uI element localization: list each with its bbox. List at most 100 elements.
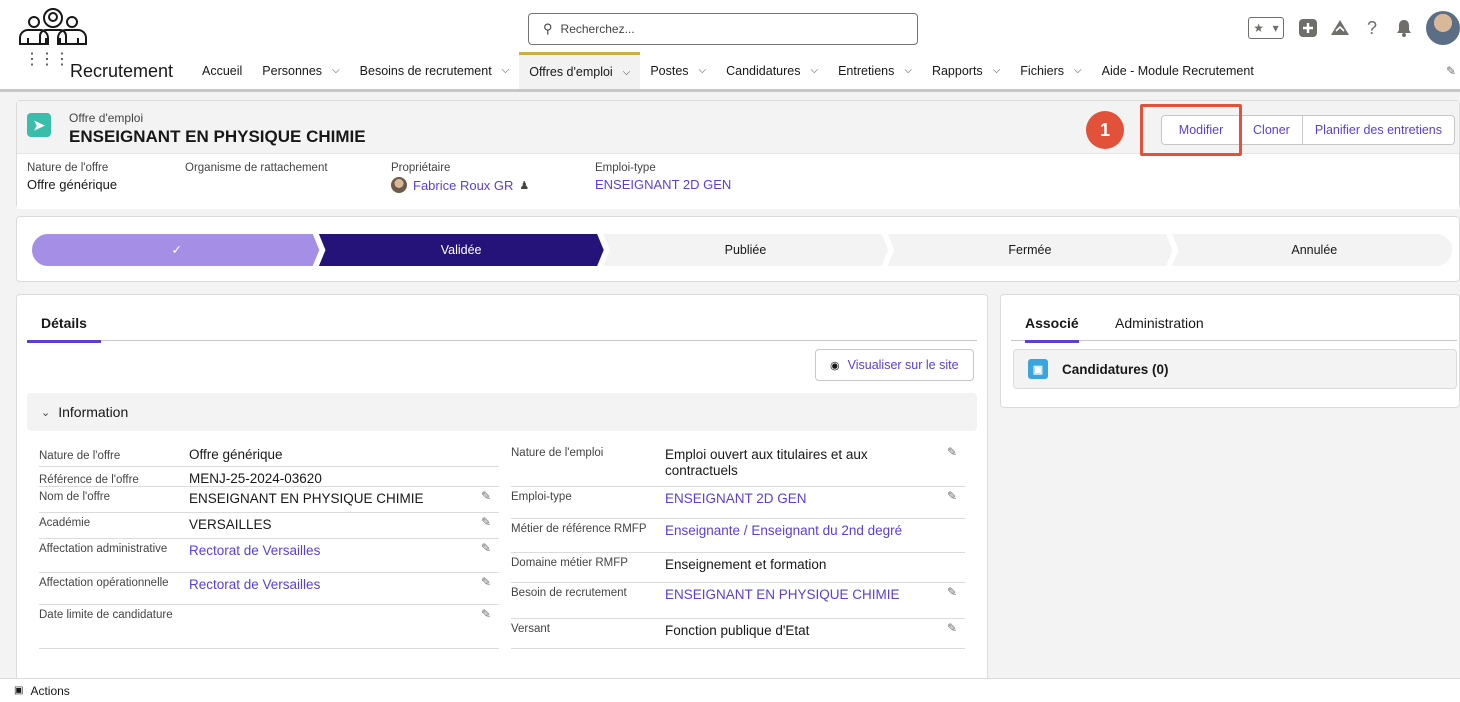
highlight-organisme: Organisme de rattachement xyxy=(185,162,328,177)
path-stage-0-label: Validée xyxy=(441,243,482,257)
field-row: Besoin de recrutement ENSEIGNANT EN PHYSI… xyxy=(511,583,965,619)
field-row: Domaine métier RMFP Enseignement et forma… xyxy=(511,553,965,583)
edit-pencil-icon[interactable]: ✎ xyxy=(481,489,491,503)
edit-pencil-icon[interactable]: ✎ xyxy=(481,515,491,529)
nav-item-label: Aide - Module Recrutement xyxy=(1101,63,1254,78)
highlight-value: Offre générique xyxy=(27,177,118,192)
details-card: Détails ◉ Visualiser sur le site ⌄ Infor… xyxy=(16,294,988,684)
field-value: Enseignement et formation xyxy=(665,557,827,572)
annotation-step-badge: 1 xyxy=(1086,111,1124,149)
nav-item[interactable]: Personnes ⌵ xyxy=(252,52,349,89)
tab-associe[interactable]: Associé xyxy=(1025,315,1079,343)
path-stage-done-label: ✓ xyxy=(171,243,181,257)
actions-grid-icon: ▣ xyxy=(14,685,24,696)
field-value-link[interactable]: Rectorat de Versailles xyxy=(189,543,459,559)
nav-item-label: Besoins de recrutement xyxy=(359,63,492,78)
candidatures-icon: ▣ xyxy=(1028,359,1048,379)
field-value-link[interactable]: ENSEIGNANT 2D GEN xyxy=(665,491,925,507)
edit-pencil-icon[interactable]: ✎ xyxy=(481,575,491,589)
global-actions-icon[interactable] xyxy=(1292,12,1324,44)
field-value: Fonction publique d'Etat xyxy=(665,623,810,638)
record-title: ENSEIGNANT EN PHYSIQUE CHIMIE xyxy=(69,127,366,146)
edit-pencil-icon[interactable]: ✎ xyxy=(947,445,957,459)
user-avatar[interactable] xyxy=(1426,11,1460,45)
nav-item-label: Accueil xyxy=(202,63,243,78)
notifications-bell-icon[interactable] xyxy=(1388,12,1420,44)
field-value-link[interactable]: ENSEIGNANT EN PHYSIQUE CHIMIE xyxy=(665,587,925,603)
field-row: Référence de l'offre MENJ-25-2024-03620 xyxy=(39,467,499,487)
edit-pencil-icon[interactable]: ✎ xyxy=(947,489,957,503)
field-label: Domaine métier RMFP xyxy=(511,557,628,569)
field-label: Nom de l'offre xyxy=(39,491,111,503)
highlight-label: Propriétaire xyxy=(391,162,451,174)
app-launcher-icon[interactable]: ⋮⋮⋮ xyxy=(24,52,70,68)
nav-item[interactable]: Aide - Module Recrutement xyxy=(1092,52,1264,89)
visualiser-site-button[interactable]: ◉ Visualiser sur le site xyxy=(815,349,974,381)
tab-administration[interactable]: Administration xyxy=(1115,315,1204,343)
path-stage-1-label: Publiée xyxy=(725,243,767,257)
owner-link[interactable]: Fabrice Roux GR ♟ xyxy=(391,177,529,193)
field-label: Métier de référence RMFP xyxy=(511,523,647,535)
nav-item[interactable]: Besoins de recrutement ⌵ xyxy=(350,52,520,89)
help-icon[interactable]: ? xyxy=(1356,12,1388,44)
favorites-button[interactable]: ★ ▾ xyxy=(1248,17,1284,39)
owner-name: Fabrice Roux GR xyxy=(413,177,514,193)
actions-utility-item[interactable]: Actions xyxy=(30,684,69,698)
chevron-down-icon[interactable]: ⌵ xyxy=(1074,65,1082,76)
change-owner-icon[interactable]: ♟ xyxy=(519,179,529,192)
tab-details[interactable]: Détails xyxy=(27,315,101,343)
edit-pencil-icon[interactable]: ✎ xyxy=(947,621,957,635)
search-icon: ⚲ xyxy=(543,21,553,36)
nav-item[interactable]: Entretiens ⌵ xyxy=(828,52,922,89)
related-list-candidatures[interactable]: ▣ Candidatures (0) xyxy=(1013,349,1457,389)
emploi-type-link[interactable]: ENSEIGNANT 2D GEN xyxy=(595,177,731,192)
related-card: Associé Administration ▣ Candidatures (0… xyxy=(1000,294,1460,408)
edit-pencil-icon[interactable]: ✎ xyxy=(481,607,491,621)
chevron-down-icon[interactable]: ⌵ xyxy=(810,65,818,76)
field-label: Académie xyxy=(39,517,91,529)
nav-item-label: Rapports xyxy=(931,63,983,78)
nav-item-label: Personnes xyxy=(262,63,323,78)
field-label: Nature de l'offre xyxy=(39,450,121,462)
chevron-down-icon[interactable]: ⌵ xyxy=(332,65,340,76)
field-label: Affectation administrative xyxy=(39,543,168,555)
highlight-label: Emploi-type xyxy=(595,162,656,174)
field-row: Emploi-type ENSEIGNANT 2D GEN ✎ xyxy=(511,487,965,519)
nav-item[interactable]: Accueil xyxy=(192,52,252,89)
edit-pencil-icon[interactable]: ✎ xyxy=(947,585,957,599)
chevron-down-icon[interactable]: ⌵ xyxy=(502,65,510,76)
chevron-down-icon[interactable]: ⌵ xyxy=(699,65,707,76)
field-row: Académie VERSAILLES ✎ xyxy=(39,513,499,539)
chevron-down-icon[interactable]: ⌵ xyxy=(904,65,912,76)
nav-item[interactable]: Offres d'emploi ⌵ xyxy=(519,52,641,89)
field-label: Nature de l'emploi xyxy=(511,447,604,459)
edit-pencil-icon[interactable]: ✎ xyxy=(481,541,491,555)
chevron-down-icon[interactable]: ⌵ xyxy=(623,67,631,78)
field-row: Affectation administrative Rectorat de Ve… xyxy=(39,539,499,573)
planifier-entretiens-button[interactable]: Planifier des entretiens xyxy=(1302,115,1455,145)
nav-item-label: Offres d'emploi xyxy=(529,65,613,79)
edit-nav-pencil-icon[interactable]: ✎ xyxy=(1446,64,1456,78)
field-value: MENJ-25-2024-03620 xyxy=(189,471,322,486)
nav-item[interactable]: Postes ⌵ xyxy=(640,52,716,89)
highlight-proprietaire: Propriétaire Fabrice Roux GR ♟ xyxy=(391,162,529,193)
path-stage-2-label: Fermée xyxy=(1008,243,1051,257)
field-value-link[interactable]: Rectorat de Versailles xyxy=(189,577,459,593)
chevron-down-icon[interactable]: ⌵ xyxy=(993,65,1001,76)
search-input[interactable]: ⚲ Recherchez... xyxy=(528,13,918,45)
trailhead-icon[interactable] xyxy=(1324,12,1356,44)
recrutement-logo xyxy=(19,8,87,45)
utility-bar: ▣ Actions xyxy=(0,678,1460,702)
field-row: Nature de l'emploi Emploi ouvert aux titu… xyxy=(511,443,965,487)
star-icon: ★ xyxy=(1253,21,1265,35)
nav-item[interactable]: Rapports ⌵ xyxy=(922,52,1010,89)
field-value-link[interactable]: Enseignante / Enseignant du 2nd degré xyxy=(665,523,925,539)
status-path: ✓ Validée Publiée Fermée Annulée xyxy=(31,233,1453,267)
app-navigation-bar: ⋮⋮⋮ Recrutement Accueil Personnes ⌵ Besoins… xyxy=(0,52,1460,92)
field-value: Emploi ouvert aux titulaires et aux cont… xyxy=(665,447,868,478)
section-information-toggle[interactable]: ⌄ Information xyxy=(27,393,977,431)
nav-item[interactable]: Candidatures ⌵ xyxy=(716,52,828,89)
cloner-button[interactable]: Cloner xyxy=(1241,115,1303,145)
nav-item-label: Postes xyxy=(650,63,689,78)
nav-item[interactable]: Fichiers ⌵ xyxy=(1010,52,1091,89)
